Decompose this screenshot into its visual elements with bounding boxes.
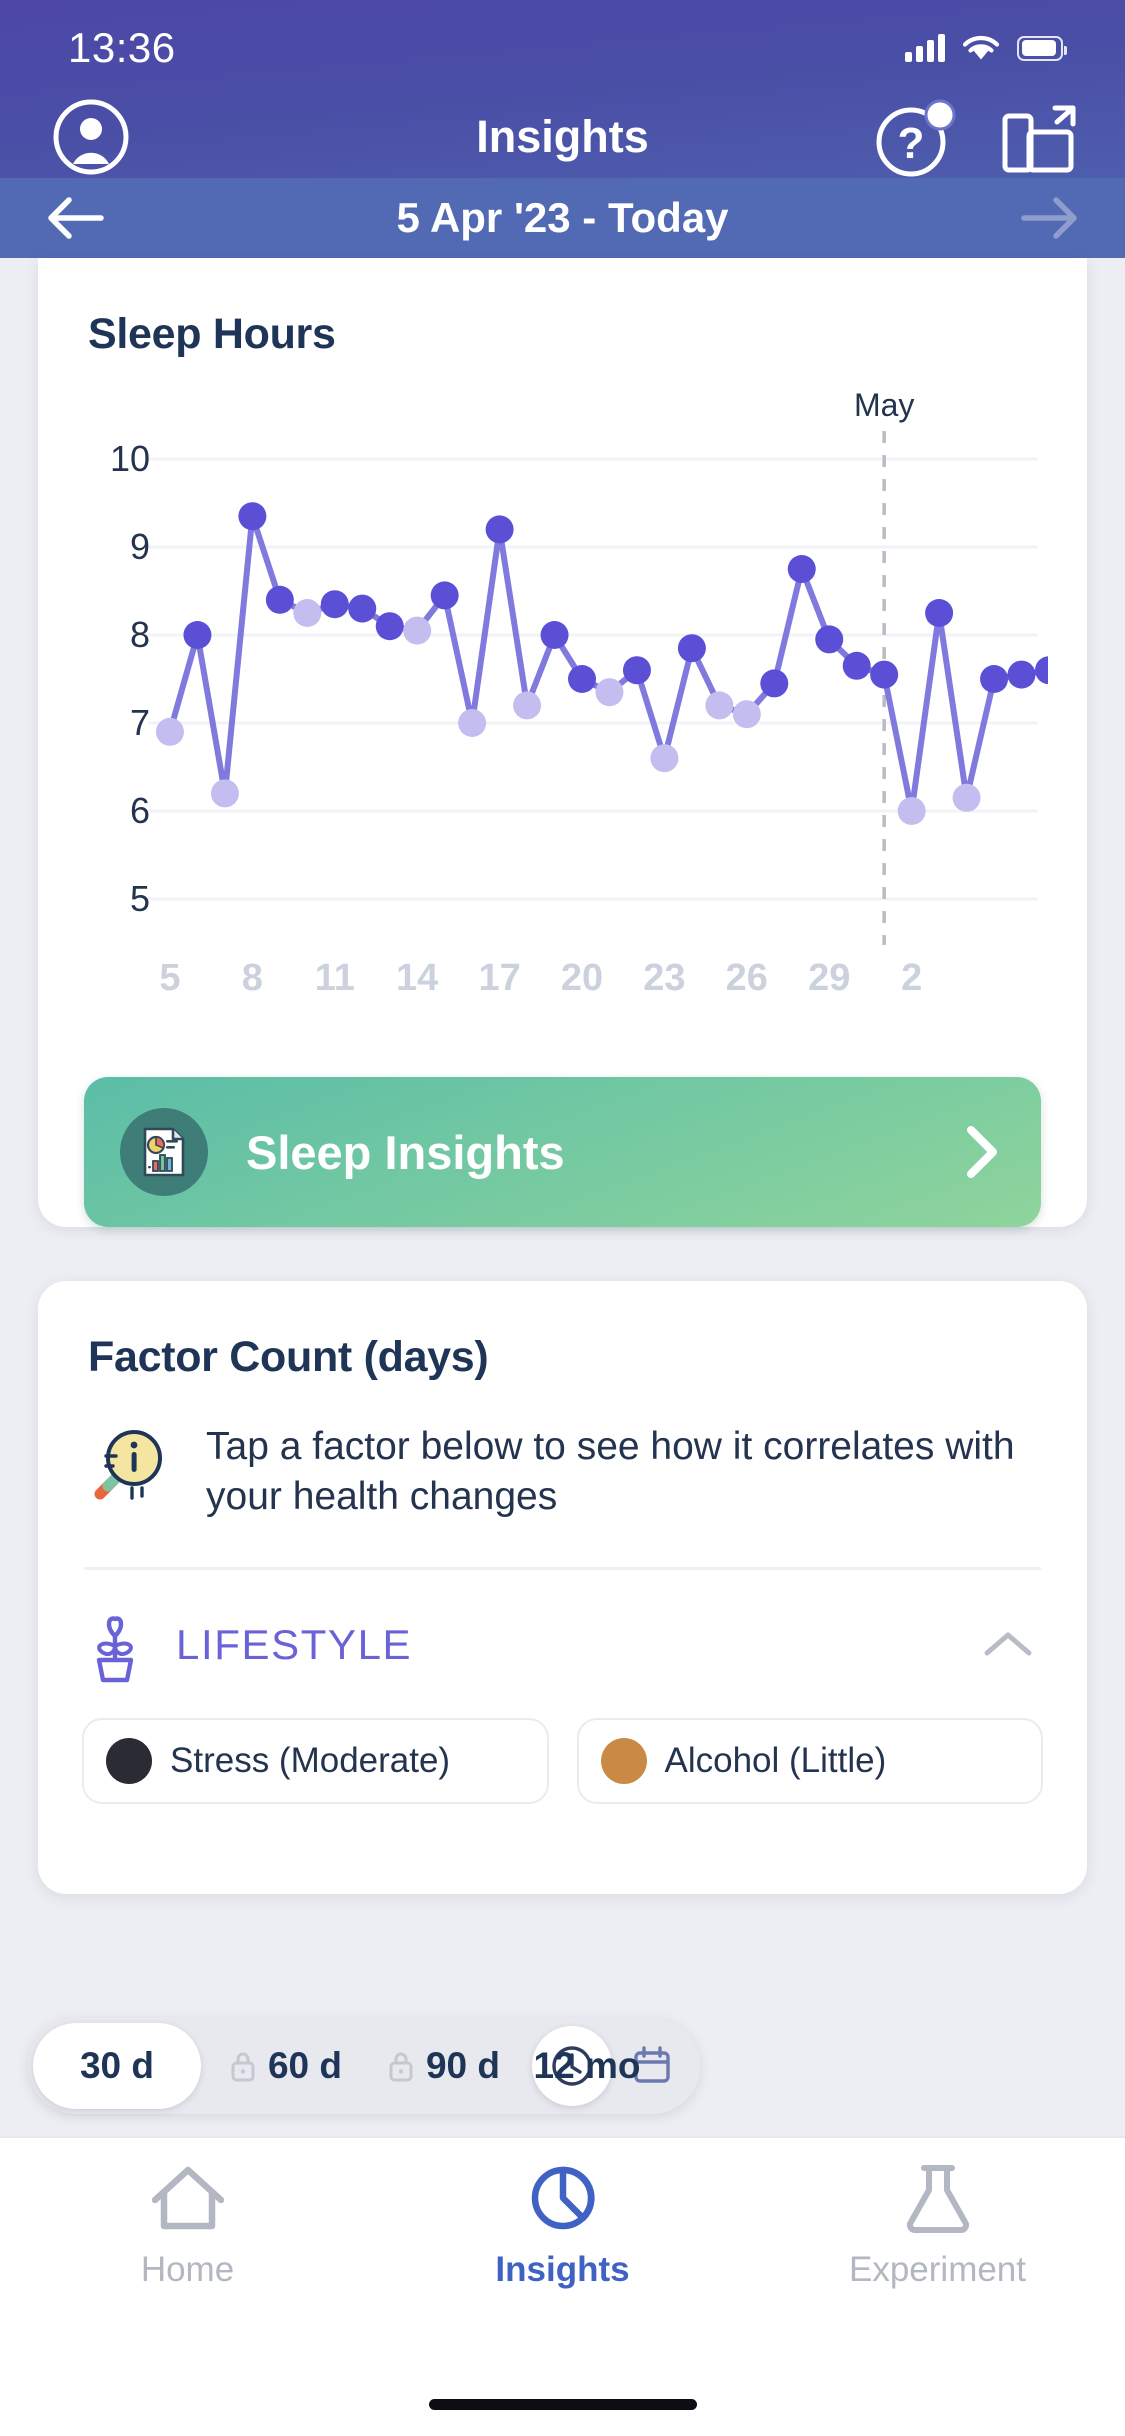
tab-home[interactable]: Home xyxy=(0,2160,375,2344)
plant-lifestyle-icon xyxy=(82,1606,148,1684)
factor-chip-list: Stress (Moderate) Alcohol (Little) xyxy=(38,1684,1087,1804)
help-question-icon[interactable]: ? xyxy=(873,98,957,182)
arrow-right-icon xyxy=(1013,190,1085,246)
notification-dot xyxy=(926,101,954,129)
chart-y-tick-label: 7 xyxy=(80,702,150,744)
scroll-content[interactable]: Sleep Hours 10 9 8 7 6 5 5 8 11 14 17 20 23 26 29 2 Ma… xyxy=(0,258,1125,2136)
factor-chip[interactable]: Alcohol (Little) xyxy=(577,1718,1044,1804)
account-avatar-icon[interactable] xyxy=(52,98,130,176)
tab-insights[interactable]: Insights xyxy=(375,2160,750,2344)
factor-count-card: Factor Count (days) Tap a factor below t… xyxy=(38,1281,1087,1894)
date-range-label[interactable]: 5 Apr '23 - Today xyxy=(112,194,1013,242)
arrow-left-icon[interactable] xyxy=(40,190,112,246)
tab-label: Home xyxy=(141,2250,234,2290)
tab-label: Insights xyxy=(495,2250,629,2290)
chart-x-tick-label: 14 xyxy=(396,957,438,1000)
factor-chip[interactable]: Stress (Moderate) xyxy=(82,1718,549,1804)
chart-x-tick-label: 8 xyxy=(242,957,263,1000)
date-range-bar: 5 Apr '23 - Today xyxy=(0,178,1125,258)
lock-icon xyxy=(228,2048,258,2084)
home-icon xyxy=(145,2160,231,2236)
tab-label: Experiment xyxy=(849,2250,1026,2290)
chart-y-tick-label: 8 xyxy=(80,614,150,656)
tab-experiment[interactable]: Experiment xyxy=(750,2160,1125,2344)
chart-x-tick-label: 20 xyxy=(561,957,603,1000)
chevron-right-icon xyxy=(959,1122,1005,1182)
category-row-lifestyle[interactable]: LIFESTYLE xyxy=(38,1570,1087,1684)
home-indicator xyxy=(429,2399,697,2410)
category-label: LIFESTYLE xyxy=(176,1621,951,1669)
period-option-label: 60 d xyxy=(268,2045,342,2087)
sleep-insights-button[interactable]: Sleep Insights xyxy=(84,1077,1041,1227)
sleep-insights-label: Sleep Insights xyxy=(246,1125,959,1180)
svg-text:?: ? xyxy=(898,119,925,168)
lock-icon xyxy=(386,2048,416,2084)
chart-y-tick-label: 10 xyxy=(80,438,150,480)
sleep-chart-svg xyxy=(38,359,1048,1059)
flask-icon xyxy=(895,2160,981,2236)
period-selector[interactable]: 30 d 60 d 90 d 12 mo xyxy=(28,2018,700,2114)
period-option-90d[interactable]: 90 d xyxy=(364,2018,522,2114)
nav-row: Insights ? xyxy=(0,96,1125,178)
factor-info-text: Tap a factor below to see how it correla… xyxy=(206,1416,1037,1521)
cellular-signal-icon xyxy=(905,34,945,62)
pie-chart-icon xyxy=(520,2160,606,2236)
bottom-tab-bar: Home Insights Experiment xyxy=(0,2136,1125,2436)
period-option-30d[interactable]: 30 d xyxy=(28,2018,206,2114)
chart-x-tick-label: 23 xyxy=(643,957,685,1000)
factor-chip-label: Alcohol (Little) xyxy=(665,1741,887,1781)
sleep-hours-card: Sleep Hours 10 9 8 7 6 5 5 8 11 14 17 20 23 26 29 2 Ma… xyxy=(38,258,1087,1227)
chart-x-tick-label: 26 xyxy=(726,957,768,1000)
chart-x-tick-label: 17 xyxy=(478,957,520,1000)
chevron-up-icon[interactable] xyxy=(979,1625,1037,1665)
period-option-60d[interactable]: 60 d xyxy=(206,2018,364,2114)
period-option-label: 90 d xyxy=(426,2045,500,2087)
period-option-label: 30 d xyxy=(80,2045,154,2087)
factor-chip-label: Stress (Moderate) xyxy=(170,1741,450,1781)
factor-card-title: Factor Count (days) xyxy=(38,1281,1087,1382)
stress-dot-icon xyxy=(106,1738,152,1784)
chart-y-tick-label: 6 xyxy=(80,790,150,832)
chart-x-tick-label: 2 xyxy=(901,957,922,1000)
chart-x-tick-label: 11 xyxy=(315,957,355,1000)
report-chart-icon xyxy=(120,1108,208,1196)
chart-y-tick-label: 5 xyxy=(80,878,150,920)
sleep-hours-chart[interactable]: 10 9 8 7 6 5 5 8 11 14 17 20 23 26 29 2 May xyxy=(38,359,1063,1059)
sleep-card-title: Sleep Hours xyxy=(38,258,1087,359)
wifi-icon xyxy=(962,34,1000,62)
magnifier-info-icon xyxy=(82,1416,178,1512)
chart-y-tick-label: 9 xyxy=(80,526,150,568)
status-bar: 13:36 xyxy=(0,0,1125,96)
battery-icon xyxy=(1017,36,1063,61)
period-option-label: 12 mo xyxy=(534,2045,641,2087)
alcohol-dot-icon xyxy=(601,1738,647,1784)
chart-x-tick-label: 29 xyxy=(808,957,850,1000)
status-bar-clock: 13:36 xyxy=(68,24,176,72)
status-bar-icons xyxy=(905,34,1063,62)
factor-info-row: Tap a factor below to see how it correla… xyxy=(38,1382,1087,1521)
compare-charts-icon[interactable] xyxy=(999,102,1083,182)
chart-x-tick-label: 5 xyxy=(159,957,180,1000)
chart-month-annotation: May xyxy=(854,387,914,424)
period-option-12mo[interactable]: 12 mo xyxy=(522,2018,652,2114)
app-header: 13:36 Insights ? xyxy=(0,0,1125,258)
